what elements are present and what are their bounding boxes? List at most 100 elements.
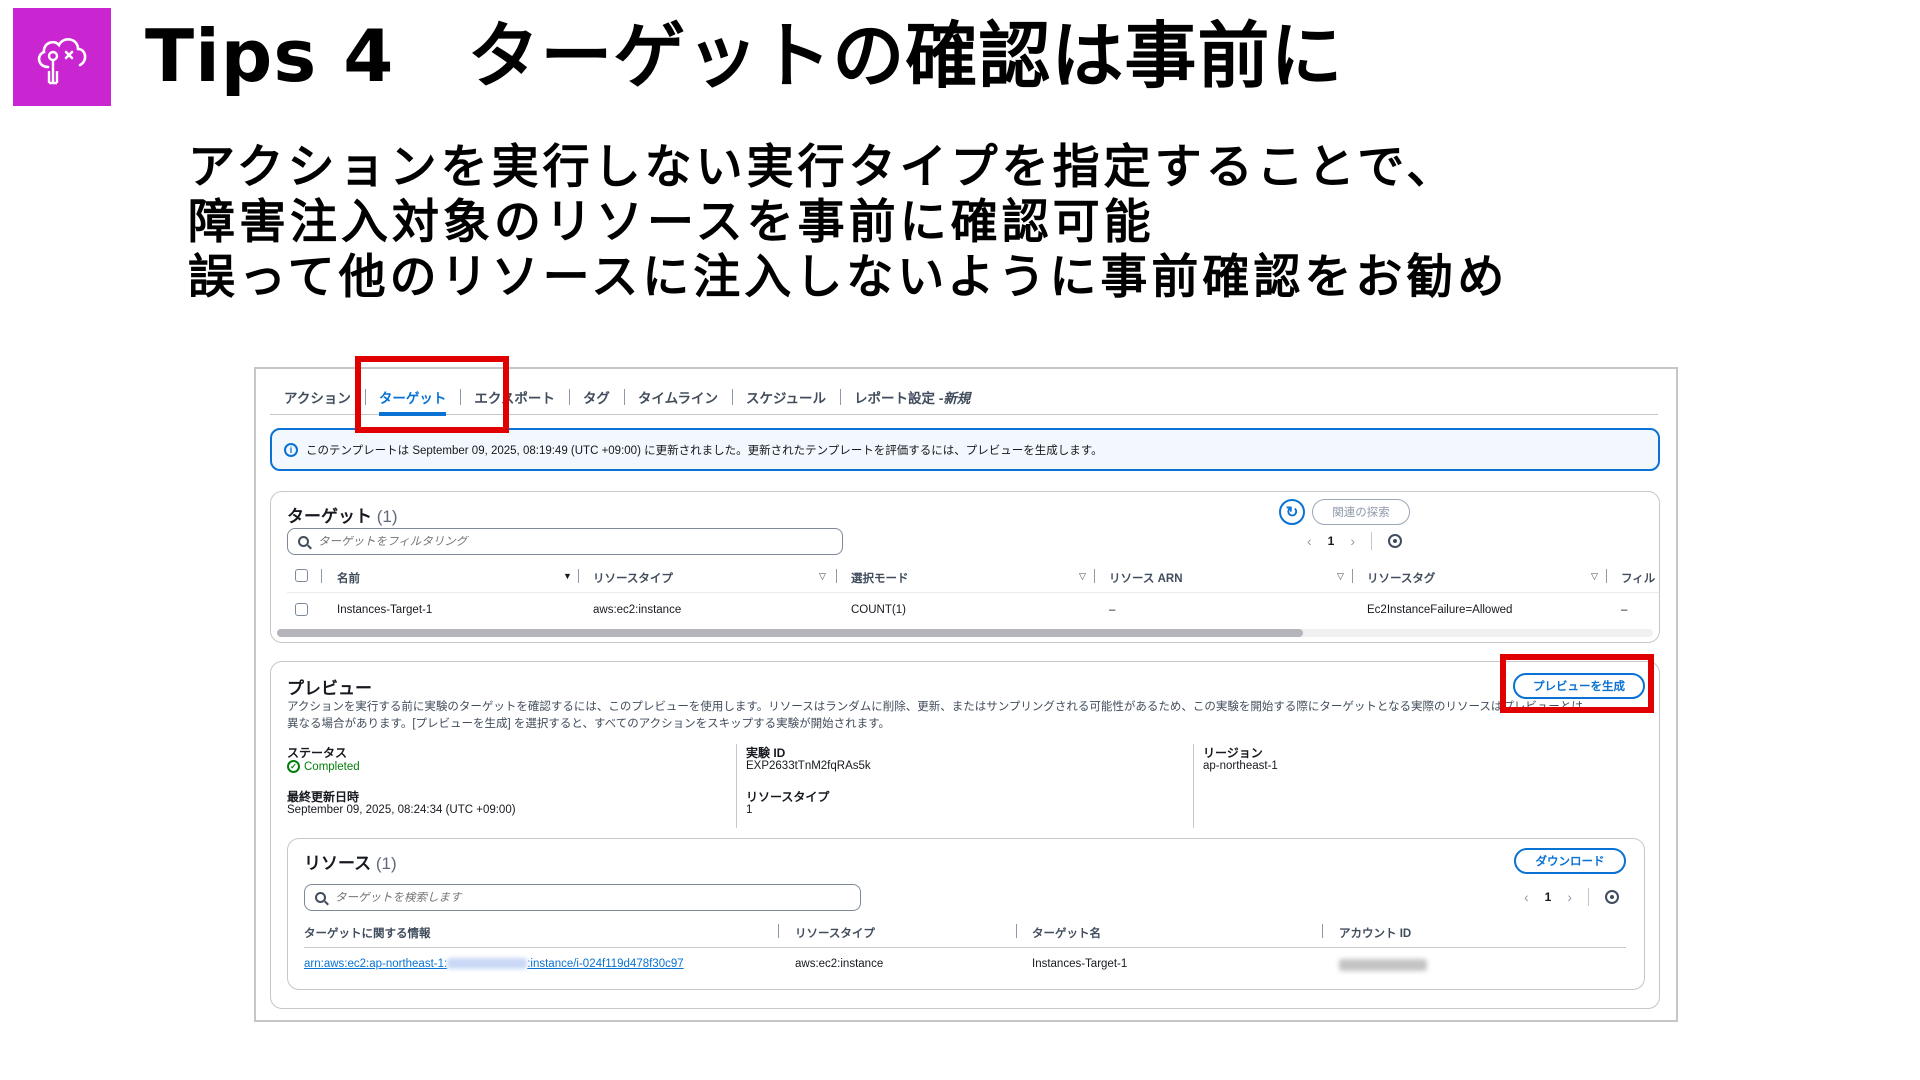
filter-cell: – bbox=[1621, 604, 1628, 616]
divider bbox=[1193, 744, 1194, 828]
column-header-selection-mode[interactable]: 選択モード bbox=[851, 570, 909, 586]
targets-title: ターゲット (1) bbox=[287, 502, 398, 527]
preview-description-line: アクションを実行する前に実験のターゲットを確認するには、このプレビューを使用しま… bbox=[287, 701, 1583, 713]
target-name-cell: Instances-Target-1 bbox=[1032, 958, 1128, 970]
target-name-cell: Instances-Target-1 bbox=[337, 604, 433, 616]
service-logo bbox=[13, 8, 111, 106]
divider bbox=[287, 592, 1659, 593]
region-value: ap-northeast-1 bbox=[1203, 760, 1278, 772]
select-all-checkbox[interactable] bbox=[295, 569, 308, 582]
tab-tags[interactable]: タグ bbox=[568, 379, 624, 415]
console-screenshot: アクション ターゲット エクスポート タグ タイムライン スケジュール レポート… bbox=[254, 367, 1678, 1022]
resources-search-field[interactable] bbox=[335, 891, 826, 904]
redacted-account bbox=[447, 958, 528, 970]
column-header-resource-tags[interactable]: リソースタグ bbox=[1367, 570, 1435, 586]
page-number[interactable]: 1 bbox=[1328, 534, 1335, 548]
preview-title: プレビュー bbox=[287, 679, 372, 698]
experiment-id-value: EXP2633tTnM2fqRAs5k bbox=[746, 760, 871, 772]
resource-type-cell: aws:ec2:instance bbox=[795, 958, 884, 970]
chevron-left-icon[interactable]: ‹ bbox=[1307, 533, 1312, 549]
targets-count: (1) bbox=[376, 507, 398, 526]
chevron-right-icon[interactable]: › bbox=[1567, 889, 1572, 905]
resource-type-value: 1 bbox=[746, 804, 753, 816]
resource-type-cell: aws:ec2:instance bbox=[593, 604, 682, 616]
resources-card: リソース (1) ダウンロード ‹ 1 › ターゲットに関する情報 リソースタイ… bbox=[287, 838, 1645, 990]
chevron-right-icon[interactable]: › bbox=[1350, 533, 1355, 549]
arn-suffix: :instance/i-024f119d478f30c97 bbox=[527, 958, 684, 970]
sort-icon[interactable]: ▼ bbox=[563, 571, 572, 581]
resources-pagination: ‹ 1 › bbox=[1524, 888, 1620, 906]
divider bbox=[304, 947, 1626, 948]
tab-schedule[interactable]: スケジュール bbox=[732, 379, 840, 415]
targets-filter-input[interactable] bbox=[287, 528, 843, 555]
targets-filter-field[interactable] bbox=[318, 535, 808, 548]
targets-pagination: ‹ 1 › bbox=[1307, 532, 1403, 550]
column-header-resource-type[interactable]: リソースタイプ bbox=[795, 925, 875, 941]
highlight-targets-tab bbox=[355, 356, 509, 433]
target-arn-link[interactable]: arn:aws:ec2:ap-northeast-1: :instance/i-0… bbox=[304, 958, 684, 970]
arn-prefix: arn:aws:ec2:ap-northeast-1: bbox=[304, 958, 448, 970]
column-header-resource-arn[interactable]: リソース ARN bbox=[1109, 570, 1183, 586]
scrollbar-thumb[interactable] bbox=[277, 629, 1303, 637]
search-icon bbox=[298, 536, 309, 547]
divider bbox=[1588, 888, 1590, 906]
column-header-resource-type[interactable]: リソースタイプ bbox=[593, 570, 673, 586]
download-button[interactable]: ダウンロード bbox=[1514, 848, 1626, 874]
column-header-target-info[interactable]: ターゲットに関する情報 bbox=[304, 925, 431, 941]
resource-tags-cell: Ec2InstanceFailure=Allowed bbox=[1367, 604, 1513, 616]
divider bbox=[1094, 569, 1095, 583]
sort-icon[interactable]: ▽ bbox=[1337, 571, 1344, 582]
resource-type-label: リソースタイプ bbox=[746, 790, 830, 804]
row-checkbox[interactable] bbox=[295, 603, 308, 616]
tab-timeline[interactable]: タイムライン bbox=[623, 379, 732, 415]
region-label: リージョン bbox=[1203, 746, 1263, 760]
sort-icon[interactable]: ▽ bbox=[819, 571, 826, 582]
info-alert-text: このテンプレートは September 09, 2025, 08:19:49 (… bbox=[306, 444, 1103, 457]
targets-title-text: ターゲット bbox=[287, 507, 372, 526]
slide-body-line: アクションを実行しない実行タイプを指定することで、 bbox=[188, 140, 1458, 195]
divider bbox=[578, 569, 579, 583]
preview-description-line: 異なる場合があります。[プレビューを生成] を選択すると、すべてのアクションをス… bbox=[287, 718, 890, 730]
divider bbox=[1322, 924, 1323, 938]
check-circle-icon: ✓ bbox=[287, 760, 300, 773]
info-icon: i bbox=[284, 442, 298, 457]
explore-related-button[interactable]: 関連の探索 bbox=[1312, 499, 1410, 525]
resources-count: (1) bbox=[375, 854, 397, 873]
tab-actions[interactable]: アクション bbox=[270, 379, 365, 415]
column-header-account-id[interactable]: アカウント ID bbox=[1339, 925, 1411, 941]
column-header-filter[interactable]: フィル bbox=[1621, 570, 1655, 586]
redacted-account-id bbox=[1339, 959, 1427, 971]
sort-icon[interactable]: ▽ bbox=[1079, 571, 1086, 582]
last-updated-label: 最終更新日時 bbox=[287, 790, 360, 804]
sort-icon[interactable]: ▽ bbox=[1591, 571, 1598, 582]
page-number[interactable]: 1 bbox=[1545, 890, 1552, 904]
chevron-left-icon[interactable]: ‹ bbox=[1524, 889, 1529, 905]
divider bbox=[736, 744, 737, 828]
divider bbox=[778, 924, 779, 938]
column-header-target-name[interactable]: ターゲット名 bbox=[1032, 925, 1101, 941]
divider bbox=[1606, 569, 1607, 583]
divider bbox=[836, 569, 837, 583]
targets-card: ターゲット (1) ↻ 関連の探索 ‹ 1 › 名前 ▼ リソースタイプ ▽ 選… bbox=[270, 491, 1660, 643]
last-updated-value: September 09, 2025, 08:24:34 (UTC +09:00… bbox=[287, 804, 516, 816]
gear-icon[interactable] bbox=[1388, 534, 1403, 548]
refresh-icon[interactable]: ↻ bbox=[1279, 499, 1305, 525]
slide-body: アクションを実行しない実行タイプを指定することで、 障害注入対象のリソースを事前… bbox=[188, 140, 1508, 305]
status-value: Completed bbox=[304, 760, 360, 773]
tab-report-label: レポート設定 - bbox=[854, 390, 944, 406]
search-icon bbox=[315, 892, 326, 903]
experiment-id-label: 実験 ID bbox=[746, 746, 786, 760]
preview-description: アクションを実行する前に実験のターゲットを確認するには、このプレビューを使用しま… bbox=[287, 699, 1652, 733]
slide-title: Tips 4 ターゲットの確認は事前に bbox=[145, 14, 1344, 98]
column-header-name[interactable]: 名前 bbox=[337, 570, 360, 586]
status-label: ステータス bbox=[287, 746, 348, 760]
divider bbox=[1352, 569, 1353, 583]
tab-report-settings[interactable]: レポート設定 - 新規 bbox=[840, 379, 984, 415]
status-badge: ✓ Completed bbox=[287, 760, 360, 773]
gear-icon[interactable] bbox=[1605, 890, 1620, 904]
divider bbox=[1016, 924, 1017, 938]
highlight-generate-preview bbox=[1500, 654, 1654, 713]
info-alert: i このテンプレートは September 09, 2025, 08:19:49… bbox=[270, 428, 1660, 471]
resources-search-input[interactable] bbox=[304, 884, 861, 911]
slide-body-line: 誤って他のリソースに注入しないように事前確認をお勧め bbox=[188, 250, 1509, 305]
